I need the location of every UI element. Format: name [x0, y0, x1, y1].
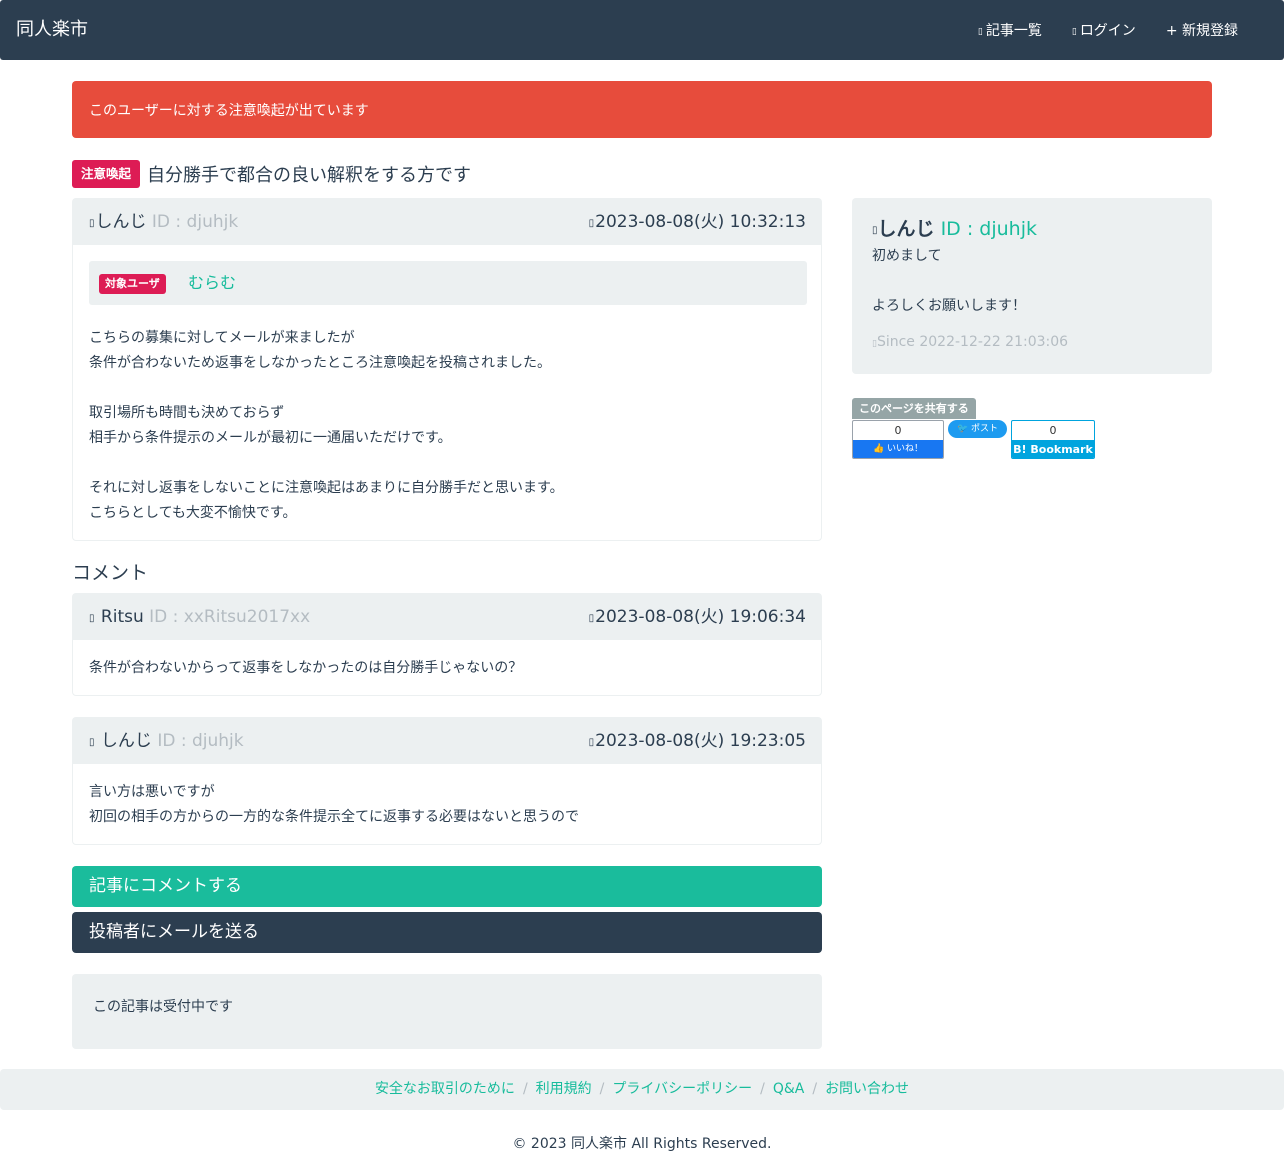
divider: /: [522, 1081, 528, 1097]
comment-body: 言い方は悪いですが 初回の相手の方からの一方的な条件提示全てに返事する必要はない…: [89, 780, 579, 830]
status-well: この記事は受付中です: [72, 974, 822, 1049]
like-count: 0: [894, 424, 902, 437]
bookmark-count: 0: [1049, 424, 1057, 437]
nav-item-label: ログイン: [1079, 23, 1136, 39]
body-line: 初回の相手の方からの一方的な条件提示全てに返事する必要はないと思うので: [89, 809, 579, 825]
body-line: 相手から条件提示のメールが最初に一通届いただけです。: [89, 430, 452, 446]
article-body: こちらの募集に対してメールが来ましたが 条件が合わないため返事をしなかったところ…: [89, 326, 564, 526]
date-text: 2023-08-08(火) 10:32:13: [595, 212, 806, 232]
author-id: ID : xxRitsu2017xx: [149, 607, 311, 627]
comment-card: ▯ Ritsu ID : xxRitsu2017xx ▯2023-08-08(火…: [72, 593, 822, 696]
comment-header: ▯ しんじ ID : djuhjk ▯2023-08-08(火) 19:23:0…: [73, 718, 821, 764]
profile-username[interactable]: しんじ: [878, 218, 935, 240]
article-author: ▯しんじ ID : djuhjk: [89, 211, 238, 235]
footer-link-terms[interactable]: 利用規約: [536, 1081, 592, 1097]
since-text: Since 2022-12-22 21:03:06: [876, 334, 1069, 350]
clock-icon: ▯: [588, 737, 595, 748]
article-date: ▯2023-08-08(火) 10:32:13: [589, 211, 806, 235]
navbar: 同人楽市 ▯ 記事一覧 ▯ ログイン + 新規登録: [0, 0, 1284, 60]
footer-link-qa[interactable]: Q&A: [773, 1081, 805, 1097]
nav-item-label: 記事一覧: [985, 23, 1042, 39]
clock-icon: ▯: [588, 613, 595, 624]
brand-logo[interactable]: 同人楽市: [16, 17, 88, 43]
facebook-like-button[interactable]: 0 👍 いいね！: [852, 420, 944, 459]
like-label: 👍 いいね！: [853, 440, 943, 458]
body-line: こちらの募集に対してメールが来ましたが: [89, 330, 355, 346]
divider: /: [812, 1081, 818, 1097]
comment-body: 条件が合わないからって返事をしなかったのは自分勝手じゃないの？: [89, 656, 522, 681]
body-line: こちらとしても大変不愉快です。: [89, 505, 297, 521]
body-line: 条件が合わないため返事をしなかったところ注意喚起を投稿されました。: [89, 355, 551, 371]
warning-alert: このユーザーに対する注意喚起が出ています: [72, 81, 1212, 138]
date-text: 2023-08-08(火) 19:23:05: [595, 731, 806, 751]
user-icon: ▯: [89, 737, 95, 748]
comment-date: ▯2023-08-08(火) 19:06:34: [589, 606, 806, 630]
author-name[interactable]: Ritsu: [101, 607, 144, 627]
nav-item-register[interactable]: + 新規登録: [1166, 18, 1238, 45]
profile-intro-line: 初めまして: [872, 248, 942, 264]
author-id: ID : djuhjk: [157, 731, 244, 751]
hatena-bookmark-button[interactable]: 0 B! Bookmark: [1011, 420, 1095, 459]
target-user-badge: 対象ユーザ: [99, 274, 166, 294]
share-label: このページを共有する: [852, 398, 976, 419]
twitter-share-button[interactable]: 🐦 ポスト: [948, 420, 1007, 438]
body-line: [89, 376, 564, 401]
user-icon: ▯: [89, 613, 95, 624]
divider: /: [599, 1081, 605, 1097]
clock-icon: ▯: [588, 218, 595, 229]
profile-card: ▯しんじ ID : djuhjk 初めまして よろしくお願いします！ ▯Sinc…: [852, 198, 1212, 374]
warning-badge: 注意喚起: [72, 160, 141, 188]
nav-item-login[interactable]: ▯ ログイン: [1072, 18, 1136, 45]
comments-heading: コメント: [72, 562, 149, 584]
login-icon: ▯: [1071, 27, 1077, 37]
author-name[interactable]: しんじ: [101, 731, 152, 751]
comment-header: ▯ Ritsu ID : xxRitsu2017xx ▯2023-08-08(火…: [73, 594, 821, 640]
footer-link-contact[interactable]: お問い合わせ: [825, 1081, 909, 1097]
body-line: 取引場所も時間も決めておらず: [89, 405, 285, 421]
list-icon: ▯: [977, 27, 983, 37]
author-name[interactable]: しんじ: [96, 212, 147, 232]
author-id: ID : djuhjk: [151, 212, 239, 232]
send-mail-button[interactable]: 投稿者にメールを送る: [72, 912, 822, 953]
date-text: 2023-08-08(火) 19:06:34: [595, 607, 806, 627]
profile-since: ▯Since 2022-12-22 21:03:06: [872, 332, 1068, 354]
comment-card: ▯ しんじ ID : djuhjk ▯2023-08-08(火) 19:23:0…: [72, 717, 822, 845]
divider: /: [760, 1081, 765, 1097]
comment-button[interactable]: 記事にコメントする: [72, 866, 822, 907]
comment-date: ▯2023-08-08(火) 19:23:05: [589, 730, 806, 754]
nav-item-label: 新規登録: [1182, 23, 1238, 39]
footer-link-safety[interactable]: 安全なお取引のために: [375, 1081, 515, 1097]
target-user-link[interactable]: むらむ: [188, 273, 236, 293]
bird-icon: 🐦: [956, 424, 969, 434]
target-user-box: 対象ユーザ むらむ: [89, 261, 807, 305]
footer-links: 安全なお取引のために / 利用規約 / プライバシーポリシー / Q&A / お問い合わせ: [0, 1069, 1284, 1110]
copyright: © 2023 同人楽市 All Rights Reserved.: [512, 1136, 772, 1152]
user-icon: ▯: [89, 218, 95, 229]
plus-icon: +: [1165, 23, 1178, 39]
tweet-label: ポスト: [971, 424, 999, 434]
comment-author: ▯ しんじ ID : djuhjk: [89, 730, 244, 754]
nav-item-articles[interactable]: ▯ 記事一覧: [978, 18, 1042, 45]
article-title-row: 注意喚起 自分勝手で都合の良い解釈をする方です: [72, 160, 471, 188]
body-line: [89, 451, 564, 476]
footer-link-privacy[interactable]: プライバシーポリシー: [612, 1081, 752, 1097]
article-header: ▯しんじ ID : djuhjk ▯2023-08-08(火) 10:32:13: [73, 199, 821, 245]
body-line: 条件が合わないからって返事をしなかったのは自分勝手じゃないの？: [89, 660, 523, 676]
profile-name: ▯しんじ ID : djuhjk: [872, 216, 1037, 244]
body-line: それに対し返事をしないことに注意喚起はあまりに自分勝手だと思います。: [89, 480, 564, 496]
body-line: 言い方は悪いですが: [89, 784, 215, 800]
article-card: ▯しんじ ID : djuhjk ▯2023-08-08(火) 10:32:13…: [72, 198, 822, 541]
profile-id: ID : djuhjk: [940, 218, 1037, 240]
bookmark-label: B! Bookmark: [1012, 440, 1094, 458]
comment-author: ▯ Ritsu ID : xxRitsu2017xx: [89, 606, 310, 630]
page-title: 自分勝手で都合の良い解釈をする方です: [147, 165, 472, 186]
profile-intro-line: よろしくお願いします！: [872, 298, 1026, 314]
nav-menu: ▯ 記事一覧 ▯ ログイン + 新規登録: [978, 18, 1238, 45]
